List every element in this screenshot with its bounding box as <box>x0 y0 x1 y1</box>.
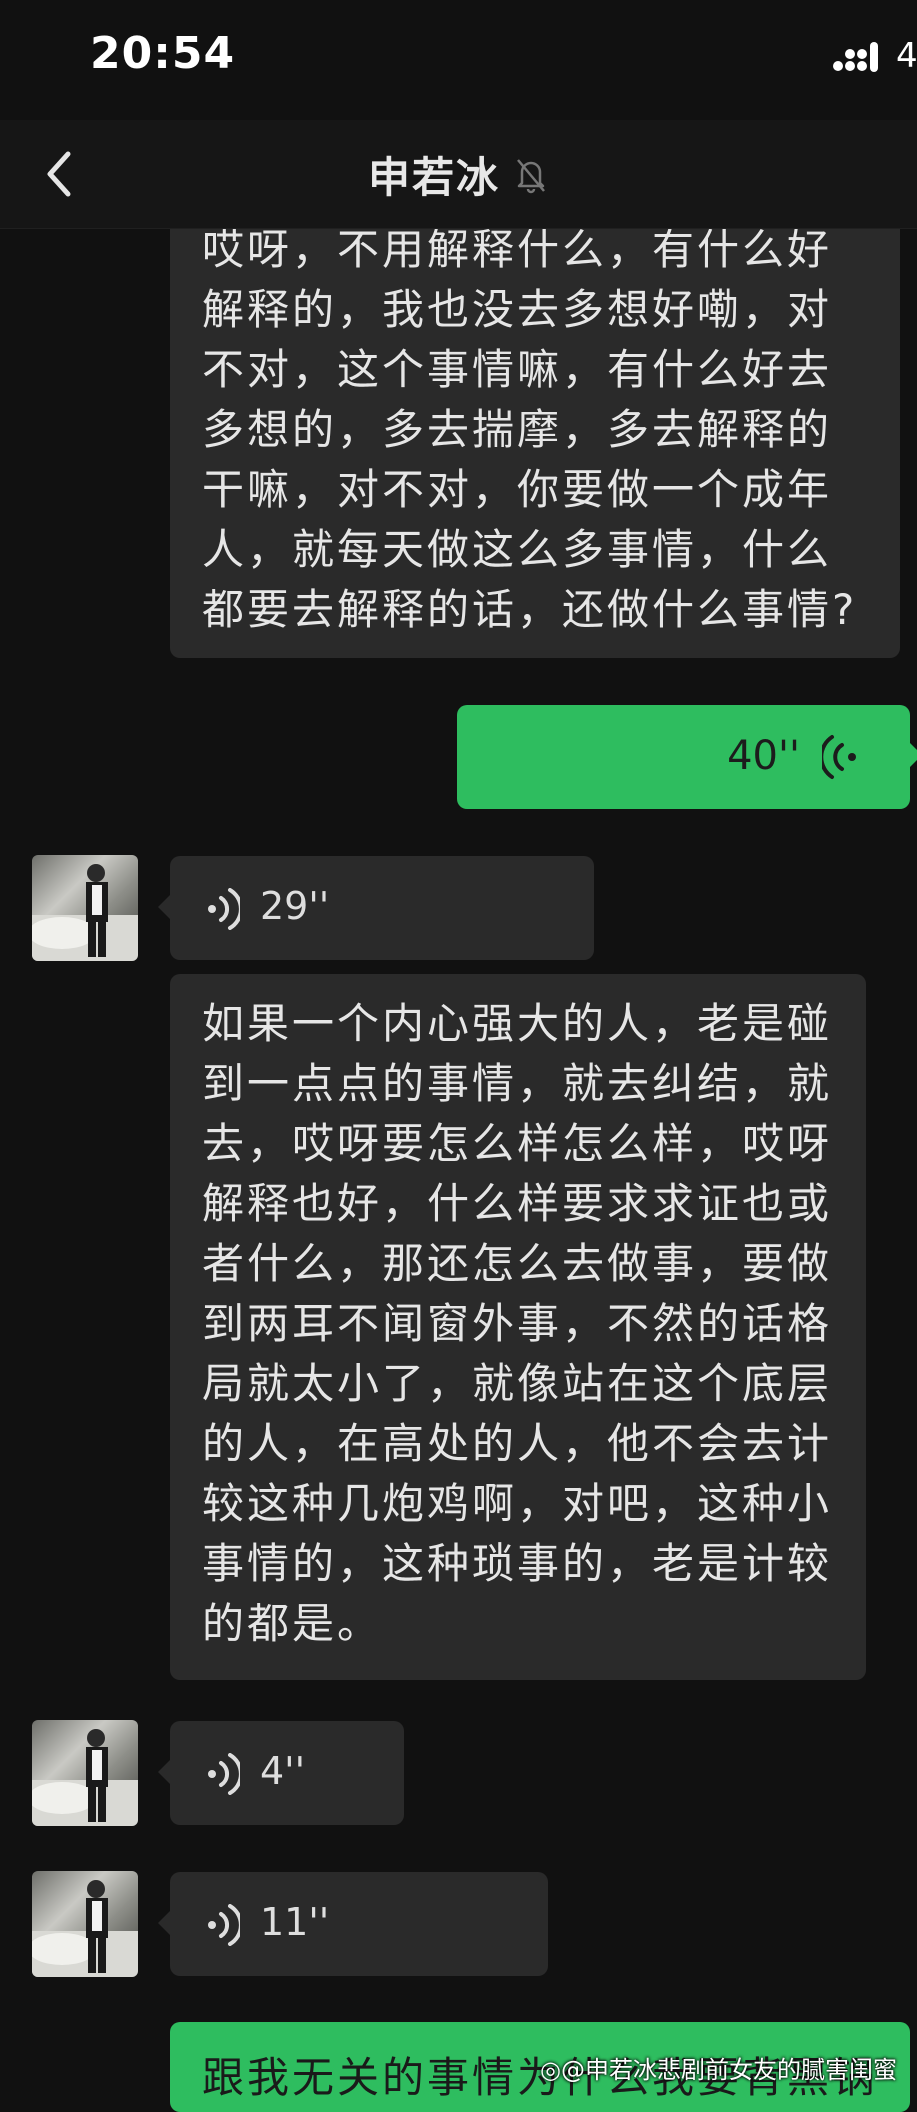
chat-title: 申若冰 <box>367 153 500 202</box>
voice-duration: 40'' <box>727 733 800 779</box>
avatar-photo <box>32 1880 138 1977</box>
avatar-photo <box>32 864 138 961</box>
weibo-icon: ◎ <box>540 2056 561 2084</box>
voice-duration: 29'' <box>260 884 330 928</box>
status-time: 20:54 <box>90 28 236 79</box>
chat-title-group[interactable]: 申若冰 <box>0 144 917 205</box>
contact-avatar[interactable] <box>32 855 138 961</box>
incoming-voice-message[interactable]: 11'' <box>158 1872 548 1976</box>
voice-wave-icon <box>208 1753 240 1795</box>
voice-duration: 4'' <box>260 1749 306 1793</box>
mute-bell-icon <box>517 158 546 193</box>
voice-wave-icon <box>208 888 240 930</box>
incoming-text-message[interactable]: 如果一个内心强大的人，老是碰 到一点点的事情，就去纠结，就 去，哎呀要怎么样怎么… <box>170 974 866 1680</box>
watermark: ◎@申若冰悲剧前女友的腻害闺蜜 <box>540 2050 897 2085</box>
incoming-voice-message[interactable]: 4'' <box>158 1721 404 1825</box>
chat-area[interactable]: 哎呀，不用解释什么，有什么好 解释的，我也没去多想好嘞，对 不对，这个事情嘛，有… <box>0 0 917 2112</box>
network-indicator: 4 <box>896 36 917 76</box>
contact-avatar[interactable] <box>32 1720 138 1826</box>
signal-icon <box>833 42 878 72</box>
incoming-voice-message[interactable]: 29'' <box>158 856 594 960</box>
status-bar: 20:54 4 <box>0 0 917 120</box>
avatar-photo <box>32 1729 138 1826</box>
watermark-text: @申若冰悲剧前女友的腻害闺蜜 <box>560 2056 897 2084</box>
bubble-tail <box>908 741 917 769</box>
contact-avatar[interactable] <box>32 1871 138 1977</box>
bubble-tail <box>158 894 171 920</box>
voice-wave-icon <box>822 735 856 779</box>
chat-header: 申若冰 <box>0 120 917 229</box>
voice-duration: 11'' <box>260 1900 330 1944</box>
voice-wave-icon <box>208 1904 240 1946</box>
bubble-tail <box>158 1910 171 1936</box>
outgoing-voice-message[interactable]: 40'' <box>457 705 917 809</box>
bubble-tail <box>158 1759 171 1785</box>
incoming-text-message[interactable]: 哎呀，不用解释什么，有什么好 解释的，我也没去多想好嘞，对 不对，这个事情嘛，有… <box>170 190 900 658</box>
